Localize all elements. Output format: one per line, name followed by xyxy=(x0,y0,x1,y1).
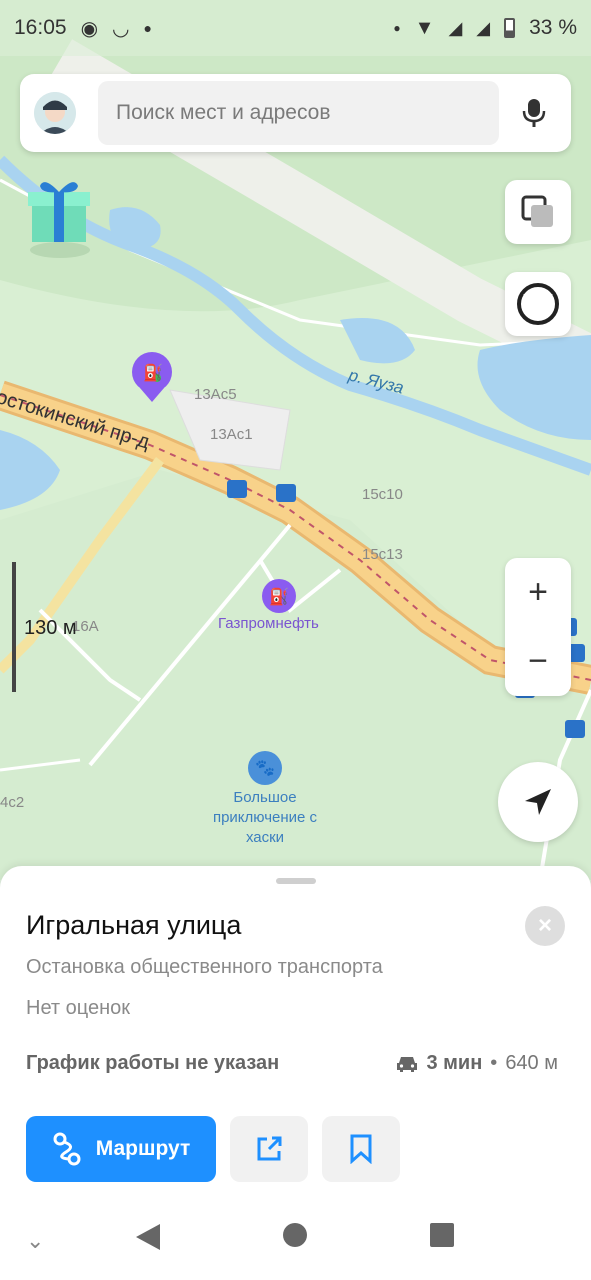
fuel-icon: ⛽ xyxy=(143,365,163,382)
clock: 16:05 xyxy=(14,16,67,39)
opening-hours: График работы не указан xyxy=(26,1052,280,1074)
alice-button[interactable] xyxy=(505,272,571,336)
paw-poi[interactable]: 🐾 xyxy=(248,751,282,785)
avatar[interactable] xyxy=(34,92,76,134)
fun-poi-label[interactable]: Большое приключение с хаски xyxy=(210,788,320,848)
eta-separator: • xyxy=(490,1052,498,1074)
system-nav-bar: ⌄ xyxy=(0,1200,591,1280)
building-label: 15с13 xyxy=(362,546,403,563)
gift-icon[interactable] xyxy=(26,176,92,248)
sheet-grabber[interactable] xyxy=(276,878,316,884)
share-icon xyxy=(257,1136,282,1161)
building-label: 13Ас1 xyxy=(210,426,253,443)
route-label: Маршрут xyxy=(95,1137,191,1160)
route-icon xyxy=(53,1132,81,1166)
notification-icon: ◡ xyxy=(112,17,130,40)
notification-icon: ◉ xyxy=(80,17,99,40)
recents-button[interactable] xyxy=(429,1222,455,1248)
alice-icon xyxy=(517,283,559,325)
eta-info: 3 мин • 640 м xyxy=(396,1052,558,1075)
fuel-station-label[interactable]: Газпромнефть xyxy=(218,615,319,632)
chevron-down-icon[interactable]: ⌄ xyxy=(26,1228,44,1254)
locate-button[interactable] xyxy=(498,762,578,842)
signal-icon: ◢ xyxy=(476,17,491,38)
zoom-out-button[interactable]: − xyxy=(505,627,571,696)
close-button[interactable]: × xyxy=(525,906,565,946)
zoom-in-button[interactable]: + xyxy=(505,558,571,627)
fuel-pin[interactable]: ⛽ xyxy=(140,358,166,388)
zoom-control: + − xyxy=(505,558,571,696)
place-title: Игральная улица xyxy=(26,910,242,940)
microphone-icon[interactable] xyxy=(511,90,557,136)
fuel-icon: ⛽ xyxy=(269,589,289,606)
dot-icon: ● xyxy=(143,20,152,36)
bookmark-icon xyxy=(350,1134,372,1164)
layers-icon xyxy=(521,195,553,227)
search-input[interactable] xyxy=(98,81,499,145)
navigation-arrow-icon xyxy=(525,789,551,815)
scale-label: 130 м xyxy=(24,617,77,639)
building-label: 13Ас5 xyxy=(194,386,237,403)
eta-distance: 640 м xyxy=(505,1052,558,1074)
dot-icon: ● xyxy=(393,21,401,35)
car-icon xyxy=(397,1056,418,1072)
layers-button[interactable] xyxy=(505,180,571,244)
back-button[interactable] xyxy=(134,1222,162,1252)
share-button[interactable] xyxy=(230,1116,308,1182)
signal-icon: ◢ xyxy=(448,17,463,38)
fuel-station-poi[interactable]: ⛽ xyxy=(262,580,296,614)
place-type: Остановка общественного транспорта xyxy=(26,956,383,978)
battery-percent: 33 % xyxy=(529,16,577,39)
status-bar: 16:05 ◉ ◡ ● ● ▼ ◢ ◢ 33 % xyxy=(0,0,591,56)
wifi-icon: ▼ xyxy=(414,16,435,39)
rating-text: Нет оценок xyxy=(26,997,131,1019)
building-label: 15с10 xyxy=(362,486,403,503)
search-bar xyxy=(20,74,571,152)
route-button[interactable]: Маршрут xyxy=(26,1116,216,1182)
paw-icon: 🐾 xyxy=(255,760,275,777)
battery-icon xyxy=(504,18,516,38)
bookmark-button[interactable] xyxy=(322,1116,400,1182)
scale-bar xyxy=(12,562,16,692)
building-label: 4с2 xyxy=(0,794,25,811)
eta-time: 3 мин xyxy=(426,1052,483,1074)
home-button[interactable] xyxy=(282,1222,308,1248)
